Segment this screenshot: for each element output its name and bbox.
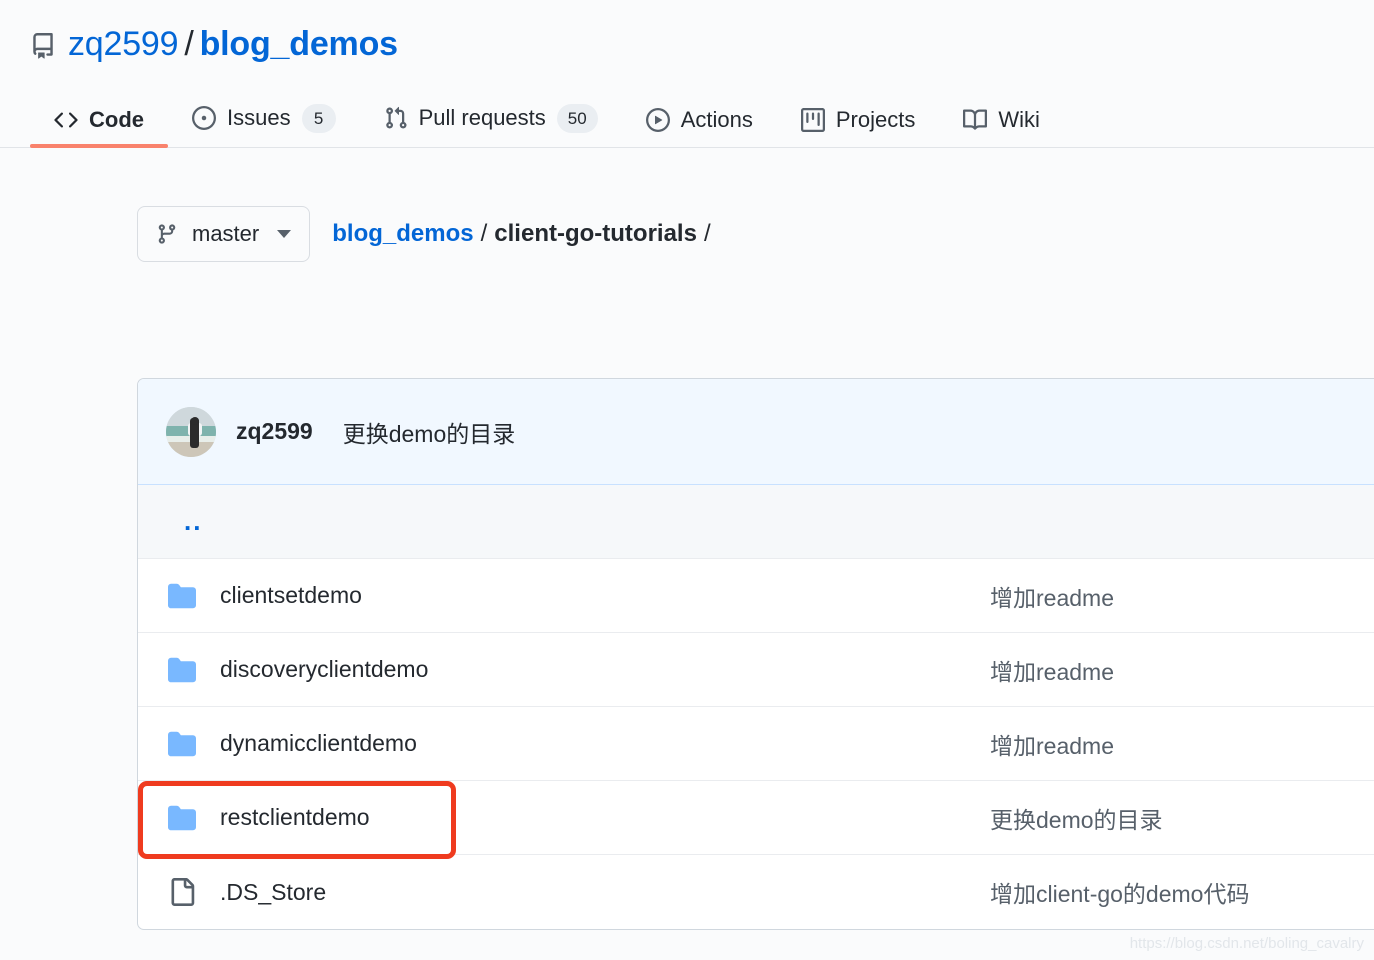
project-icon: [800, 108, 825, 132]
file-commit-message[interactable]: 增加client-go的demo代码: [990, 875, 1249, 909]
page-title: zq2599/blog_demos: [68, 23, 398, 66]
file-commit-message[interactable]: 增加readme: [990, 653, 1114, 687]
tab-actions-label: Actions: [680, 107, 753, 132]
breadcrumb: blog_demos / client-go-tutorials /: [332, 220, 717, 248]
github-repo-page: zq2599/blog_demos Code Issues 5 Pull req…: [0, 0, 1374, 960]
branch-name-label: master: [192, 221, 260, 246]
folder-icon: [166, 804, 198, 832]
pull-requests-count-badge: 50: [556, 103, 598, 133]
file-commit-message[interactable]: 更换demo的目录: [990, 801, 1163, 835]
file-icon: [166, 878, 198, 906]
avatar[interactable]: [166, 406, 216, 457]
tab-projects[interactable]: Projects: [777, 107, 939, 147]
table-row[interactable]: clientsetdemo 增加readme: [138, 559, 1374, 633]
parent-directory-row[interactable]: ..: [138, 485, 1374, 559]
breadcrumb-root-link[interactable]: blog_demos: [332, 220, 473, 247]
file-browser: zq2599 更换demo的目录 .. clientsetdemo 增加read…: [137, 378, 1374, 930]
git-branch-icon: [156, 223, 178, 245]
table-row[interactable]: dynamicclientdemo 增加readme: [138, 707, 1374, 781]
tab-pull-requests[interactable]: Pull requests 50: [360, 103, 622, 148]
file-name-link[interactable]: dynamicclientdemo: [220, 730, 990, 757]
tab-actions[interactable]: Actions: [622, 107, 777, 147]
table-row[interactable]: discoveryclientdemo 增加readme: [138, 633, 1374, 707]
tab-pull-requests-label: Pull requests: [418, 105, 546, 131]
tab-code-label: Code: [89, 107, 144, 132]
commit-author-link[interactable]: zq2599: [236, 418, 313, 445]
file-name-link[interactable]: .DS_Store: [220, 879, 990, 906]
branch-and-path-row: master blog_demos / client-go-tutorials /: [0, 206, 1374, 262]
repo-header: zq2599/blog_demos: [0, 0, 1374, 63]
tab-wiki[interactable]: Wiki: [939, 107, 1064, 147]
tab-issues-label: Issues: [227, 105, 291, 131]
issue-opened-icon: [192, 106, 216, 131]
tab-issues[interactable]: Issues 5: [168, 103, 360, 148]
breadcrumb-separator-2: /: [703, 220, 711, 247]
file-name-link[interactable]: restclientdemo: [220, 804, 990, 831]
folder-icon: [166, 582, 198, 610]
table-row[interactable]: .DS_Store 增加client-go的demo代码: [138, 855, 1374, 929]
folder-icon: [166, 730, 198, 758]
repo-icon: [30, 33, 56, 59]
repo-separator: /: [184, 24, 194, 63]
file-name-link[interactable]: clientsetdemo: [220, 582, 990, 609]
watermark: https://blog.csdn.net/boling_cavalry: [1129, 935, 1364, 952]
table-row-restclientdemo[interactable]: restclientdemo 更换demo的目录: [138, 781, 1374, 855]
latest-commit-header: zq2599 更换demo的目录: [138, 379, 1374, 485]
branch-selector-button[interactable]: master: [137, 206, 311, 262]
file-commit-message[interactable]: 增加readme: [990, 727, 1114, 761]
book-icon: [963, 108, 988, 132]
file-commit-message[interactable]: 增加readme: [990, 579, 1114, 613]
parent-directory-link[interactable]: ..: [166, 506, 202, 537]
repo-nav-tabs: Code Issues 5 Pull requests 50 Actions P…: [0, 92, 1374, 148]
repo-name-link[interactable]: blog_demos: [200, 25, 398, 63]
issues-count-badge: 5: [301, 103, 336, 133]
breadcrumb-current: client-go-tutorials: [494, 220, 697, 247]
tab-wiki-label: Wiki: [998, 107, 1040, 132]
code-icon: [54, 108, 78, 132]
file-name-link[interactable]: discoveryclientdemo: [220, 656, 990, 683]
commit-message-link[interactable]: 更换demo的目录: [343, 415, 516, 449]
breadcrumb-separator-1: /: [480, 220, 488, 247]
play-icon: [645, 108, 670, 132]
folder-icon: [166, 656, 198, 684]
chevron-down-icon: [277, 230, 292, 238]
tab-projects-label: Projects: [835, 107, 916, 132]
tab-code[interactable]: Code: [30, 107, 168, 148]
repo-owner-link[interactable]: zq2599: [68, 25, 179, 63]
git-pull-request-icon: [384, 106, 408, 130]
